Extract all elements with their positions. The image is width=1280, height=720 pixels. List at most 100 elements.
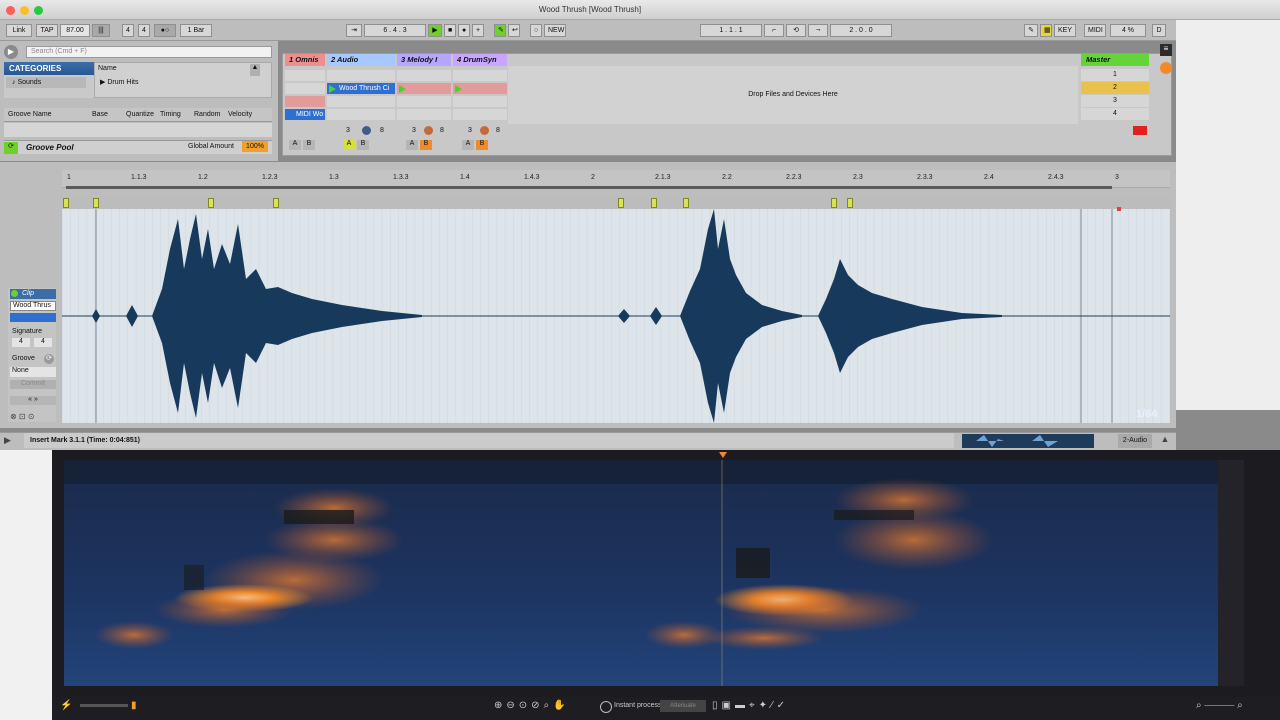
menu-icon[interactable]: ≡ <box>1160 44 1172 56</box>
sidebar-item-sounds[interactable]: ♪ Sounds <box>6 77 86 88</box>
warp-marker[interactable] <box>831 198 837 208</box>
clip-slot[interactable] <box>453 96 507 107</box>
tempo-field[interactable]: 87.00 <box>60 24 90 37</box>
track-header-omnis[interactable]: 1 Omnis <box>285 54 325 66</box>
clip-color-chooser[interactable] <box>10 313 56 322</box>
overview-waveform[interactable] <box>962 434 1094 448</box>
scene-1[interactable]: 1 <box>1081 69 1149 81</box>
clip-slot[interactable] <box>327 70 395 81</box>
warp-marker[interactable] <box>847 198 853 208</box>
stop-button-icon[interactable]: ■ <box>444 24 456 37</box>
clip-name-field[interactable]: Wood Thrus <box>10 301 56 311</box>
warp-marker[interactable] <box>651 198 657 208</box>
clip-slot[interactable] <box>327 96 395 107</box>
waveform-mode-icon[interactable]: ⚡ <box>60 700 72 712</box>
browser-toggle-icon[interactable]: ▶ <box>4 45 18 59</box>
scene-2[interactable]: 2 <box>1081 82 1149 94</box>
crossfade-a-button[interactable]: A <box>406 140 418 150</box>
loop-brace[interactable] <box>66 186 1112 189</box>
signature-numerator[interactable]: 4 <box>122 24 134 37</box>
metronome-pattern-icon[interactable]: ||| <box>92 24 110 37</box>
automation-arm-icon[interactable]: ✎ <box>494 24 506 37</box>
pan-knob-icon[interactable] <box>424 126 433 135</box>
track-header-melody[interactable]: 3 Melody I <box>397 54 451 66</box>
info-toggle-icon[interactable]: ▶ <box>4 435 17 448</box>
new-button[interactable]: NEW <box>544 24 566 37</box>
selection-tools-icon[interactable]: ▯▣▬⌖✦⁄✓ <box>712 700 832 714</box>
opacity-slider[interactable] <box>80 704 128 707</box>
key-map-button[interactable]: KEY <box>1054 24 1076 37</box>
warp-marker[interactable] <box>93 198 99 208</box>
follow-arrow-icon[interactable]: ⇥ <box>346 24 362 37</box>
commit-button[interactable]: Commit <box>10 380 56 389</box>
clip-tab-icons[interactable]: ⊗ ⊡ ⊙ <box>10 412 56 421</box>
crossfade-b-button[interactable]: B <box>303 140 315 150</box>
warp-marker[interactable] <box>208 198 214 208</box>
list-item-drum-hits[interactable]: ▶ Drum Hits <box>100 78 138 86</box>
warp-marker[interactable] <box>618 198 624 208</box>
clip-slot[interactable] <box>285 83 325 94</box>
punch-in-icon[interactable]: ⌐ <box>764 24 784 37</box>
draw-mode-icon[interactable]: ✎ <box>1024 24 1038 37</box>
pan-knob-icon[interactable] <box>480 126 489 135</box>
metronome-icon[interactable]: ●○ <box>154 24 176 37</box>
zoom-controls-icon[interactable]: ⌕ ━━━ ⌕ <box>1196 700 1276 714</box>
crossfade-a-button[interactable]: A <box>289 140 301 150</box>
clip-activator-icon[interactable] <box>11 290 18 297</box>
clip-slot[interactable] <box>285 70 325 81</box>
spectrogram-display[interactable] <box>64 460 1218 686</box>
loop-length-field[interactable]: 2 . 0 . 0 <box>830 24 892 37</box>
wood-thrush-clip[interactable]: Wood Thrush Ci <box>327 83 395 94</box>
midi-clip[interactable]: MIDI Wo <box>285 109 325 120</box>
clip-sig-numerator[interactable]: 4 <box>12 338 30 347</box>
warp-marker-lane[interactable] <box>62 197 1170 209</box>
crossfade-b-button[interactable]: B <box>357 140 369 150</box>
loop-start-field[interactable]: 1 . 1 . 1 <box>700 24 762 37</box>
warp-marker[interactable] <box>63 198 69 208</box>
clip-slot[interactable] <box>453 70 507 81</box>
clip-slot[interactable] <box>397 70 451 81</box>
track-header-audio[interactable]: 2 Audio <box>327 54 395 66</box>
master-track-header[interactable]: Master <box>1081 54 1149 66</box>
playhead-icon[interactable] <box>719 452 727 458</box>
clip-slot[interactable] <box>397 109 451 120</box>
warp-marker[interactable] <box>273 198 279 208</box>
clip-launch-icon[interactable] <box>399 85 406 93</box>
instant-process-icon[interactable] <box>600 701 612 713</box>
attenuate-select[interactable]: Attenuate <box>660 700 706 712</box>
end-marker-icon[interactable] <box>1117 207 1121 211</box>
scene-3[interactable]: 3 <box>1081 95 1149 107</box>
clip-sig-denominator[interactable]: 4 <box>34 338 52 347</box>
clip-playing-icon[interactable] <box>329 85 336 93</box>
clip-slot[interactable] <box>397 96 451 107</box>
search-input[interactable]: Search (Cmd + F) <box>26 46 272 58</box>
scroll-up-icon[interactable]: ▲ <box>250 64 260 76</box>
session-view-icon[interactable] <box>1160 62 1172 74</box>
computer-keyboard-icon[interactable]: ▦ <box>1040 24 1052 37</box>
groove-hotswap-icon[interactable]: ⟳ <box>44 354 54 364</box>
quantize-menu[interactable]: 1 Bar <box>180 24 212 37</box>
tap-button[interactable]: TAP <box>36 24 58 37</box>
detail-view-toggle-icon[interactable]: ▲ <box>1158 434 1172 448</box>
scene-4[interactable]: 4 <box>1081 108 1149 120</box>
global-amount-field[interactable]: 100% <box>242 141 268 152</box>
back-to-arrangement-icon[interactable]: ↩ <box>508 24 520 37</box>
waveform-display[interactable] <box>62 209 1170 423</box>
midi-map-button[interactable]: MIDI <box>1084 24 1106 37</box>
zoom-tools-icon[interactable]: ⊕⊖⊙⊘⌕✋ <box>494 700 594 714</box>
link-button[interactable]: Link <box>6 24 32 37</box>
crossfade-b-button[interactable]: B <box>476 140 488 150</box>
track-header-drumsyn[interactable]: 4 DrumSyn <box>453 54 507 66</box>
groove-select[interactable]: None <box>10 367 56 377</box>
groove-hot-swap-icon[interactable]: ⟳ <box>4 142 18 154</box>
clip-slot[interactable] <box>285 96 325 107</box>
clip-slot[interactable] <box>453 109 507 120</box>
song-position[interactable]: 6 . 4 . 3 <box>364 24 426 37</box>
spectrogram-mode-icon[interactable]: ▮ <box>131 700 141 712</box>
play-button-icon[interactable]: ▶ <box>428 24 442 37</box>
clip-slot[interactable] <box>327 109 395 120</box>
crossfade-a-button[interactable]: A <box>462 140 474 150</box>
nudge-buttons-icon[interactable]: « » <box>10 396 56 405</box>
clip-launch-icon[interactable] <box>455 85 462 93</box>
record-button-icon[interactable]: ● <box>458 24 470 37</box>
